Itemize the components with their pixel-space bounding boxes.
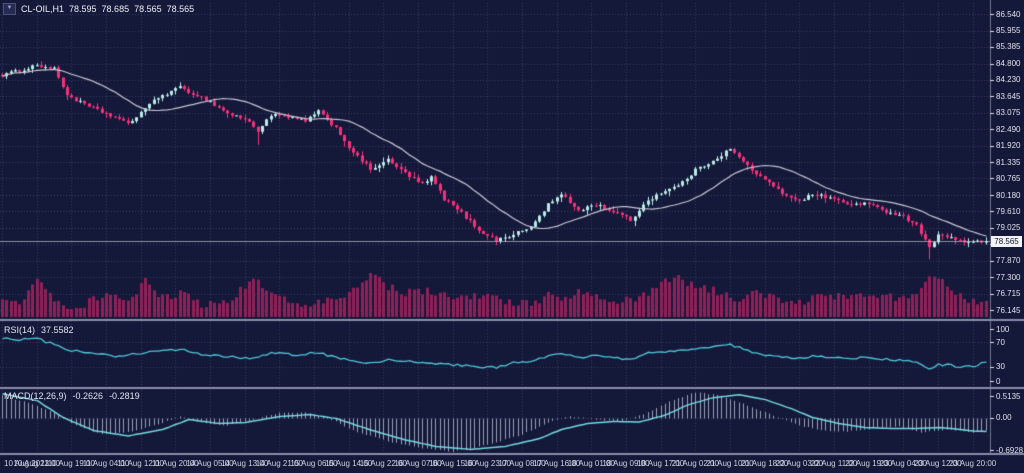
price-tick-label: 80.180	[996, 191, 1020, 200]
trading-chart-window: ▼ CL-OIL,H1 78.595 78.685 78.565 78.565 …	[0, 0, 1024, 473]
macd-signal-value: -0.2819	[109, 391, 140, 401]
price-tick-label: 79.610	[996, 207, 1020, 216]
ohlc-high: 78.685	[102, 4, 130, 14]
price-tick-label: 85.385	[996, 42, 1020, 51]
price-tick-label: 82.490	[996, 125, 1020, 134]
rsi-name: RSI(14)	[4, 325, 35, 335]
macd-name: MACD(12,26,9)	[4, 391, 67, 401]
price-tick-label: 77.300	[996, 273, 1020, 282]
chart-overlay	[0, 0, 1024, 473]
rsi-tick-label: 0	[996, 377, 1000, 386]
price-tick-label: 77.870	[996, 256, 1020, 265]
price-tick-label: 83.075	[996, 108, 1020, 117]
collapse-quotes-icon[interactable]: ▼	[3, 3, 16, 15]
price-axis[interactable]: 86.540 85.955 85.385 84.800 84.230 83.645 83.0…	[990, 0, 1024, 455]
rsi-tick-label: 30	[996, 362, 1005, 371]
price-tick-label: 81.920	[996, 141, 1020, 150]
price-tick-label: 81.335	[996, 158, 1020, 167]
macd-tick-label: -0.6928	[996, 446, 1023, 455]
price-tick-label: 79.025	[996, 223, 1020, 232]
ohlc-open: 78.595	[69, 4, 97, 14]
price-tick-label: 85.955	[996, 26, 1020, 35]
macd-tick-label: 0.5135	[996, 392, 1020, 401]
rsi-tick-label: 100	[996, 325, 1009, 334]
price-tick-label: 76.715	[996, 289, 1020, 298]
price-tick-label: 84.800	[996, 59, 1020, 68]
price-tick-label: 86.540	[996, 10, 1020, 19]
price-tick-label: 76.145	[996, 306, 1020, 315]
macd-indicator-label: MACD(12,26,9) -0.2626 -0.2819	[4, 391, 140, 401]
symbol-ohlc-bar: ▼ CL-OIL,H1 78.595 78.685 78.565 78.565	[3, 3, 194, 15]
price-tick-label: 80.765	[996, 174, 1020, 183]
ohlc-close: 78.565	[167, 4, 195, 14]
rsi-tick-label: 70	[996, 338, 1005, 347]
time-tick-label: 23 Aug 20:00	[949, 459, 996, 468]
symbol-title: CL-OIL,H1	[21, 4, 64, 14]
price-tick-label: 84.230	[996, 75, 1020, 84]
macd-tick-label: 0.00	[996, 413, 1012, 422]
current-price-badge: 78.565	[991, 236, 1022, 247]
ohlc-low: 78.565	[134, 4, 162, 14]
time-axis[interactable]: 10 Aug 202310 Aug 11:0010 Aug 19:0011 Au…	[0, 455, 1024, 473]
rsi-indicator-label: RSI(14) 37.5582	[4, 325, 74, 335]
price-tick-label: 83.645	[996, 92, 1020, 101]
macd-main-value: -0.2626	[73, 391, 104, 401]
rsi-value: 37.5582	[41, 325, 74, 335]
